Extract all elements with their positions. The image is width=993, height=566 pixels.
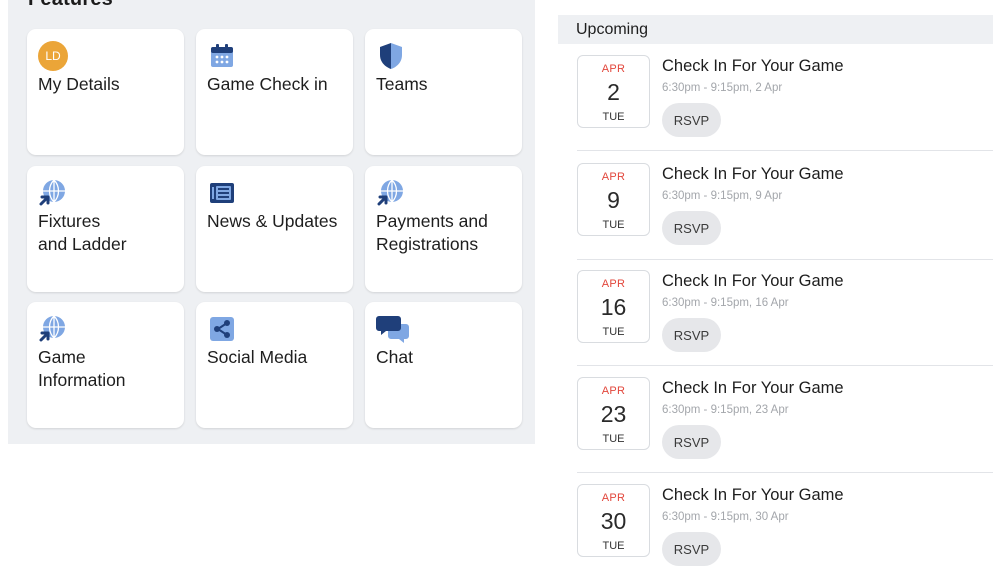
date-day: 16: [600, 294, 627, 320]
event-item[interactable]: APR 2 TUE Check In For Your Game 6:30pm …: [577, 55, 993, 162]
event-item[interactable]: APR 30 TUE Check In For Your Game 6:30pm…: [577, 484, 993, 566]
date-month: APR: [601, 171, 626, 183]
event-title: Check In For Your Game: [662, 57, 844, 75]
calendar-icon: [207, 41, 237, 71]
event-time: 6:30pm - 9:15pm, 16 Apr: [662, 297, 789, 309]
tile-chat[interactable]: Chat: [365, 302, 522, 428]
date-month: APR: [601, 492, 626, 504]
tile-label: News & Updates: [207, 211, 338, 231]
divider: [577, 259, 993, 260]
tile-label: Social Media: [207, 347, 308, 367]
globe-cursor-icon: [376, 178, 406, 208]
tile-game-information[interactable]: Game Information: [27, 302, 184, 428]
rsvp-button[interactable]: RSVP: [662, 103, 721, 137]
date-day: 23: [600, 401, 627, 427]
tile-my-details[interactable]: LD My Details: [27, 29, 184, 155]
date-badge: APR 16 TUE: [577, 270, 650, 343]
rsvp-button[interactable]: RSVP: [662, 532, 721, 566]
date-weekday: TUE: [602, 540, 625, 552]
event-title: Check In For Your Game: [662, 165, 844, 183]
tile-payments-and-registrations[interactable]: Payments and Registrations: [365, 166, 522, 292]
newspaper-icon: [207, 178, 237, 208]
date-badge: APR 2 TUE: [577, 55, 650, 128]
avatar: LD: [38, 41, 68, 71]
tile-label: My Details: [38, 74, 120, 94]
date-day: 2: [607, 79, 620, 105]
date-weekday: TUE: [602, 219, 625, 231]
event-time: 6:30pm - 9:15pm, 2 Apr: [662, 82, 783, 94]
upcoming-header: Upcoming: [558, 15, 993, 44]
tile-game-check-in[interactable]: Game Check in: [196, 29, 353, 155]
event-item[interactable]: APR 16 TUE Check In For Your Game 6:30pm…: [577, 270, 993, 377]
divider: [577, 365, 993, 366]
date-day: 9: [607, 187, 620, 213]
divider: [577, 472, 993, 473]
date-month: APR: [601, 278, 626, 290]
event-title: Check In For Your Game: [662, 379, 844, 397]
tile-label: Fixtures and Ladder: [38, 211, 127, 254]
date-weekday: TUE: [602, 111, 625, 123]
date-month: APR: [601, 63, 626, 75]
divider: [577, 150, 993, 151]
date-weekday: TUE: [602, 326, 625, 338]
tile-news-and-updates[interactable]: News & Updates: [196, 166, 353, 292]
globe-cursor-icon: [38, 314, 68, 344]
rsvp-button[interactable]: RSVP: [662, 318, 721, 352]
rsvp-button[interactable]: RSVP: [662, 211, 721, 245]
date-badge: APR 23 TUE: [577, 377, 650, 450]
tile-fixtures-and-ladder[interactable]: Fixtures and Ladder: [27, 166, 184, 292]
shield-icon: [376, 41, 406, 71]
globe-cursor-icon: [38, 178, 68, 208]
event-time: 6:30pm - 9:15pm, 30 Apr: [662, 511, 789, 523]
tile-label: Game Check in: [207, 74, 328, 94]
features-title: Features: [28, 0, 113, 11]
event-title: Check In For Your Game: [662, 272, 844, 290]
upcoming-title: Upcoming: [576, 21, 649, 38]
event-item[interactable]: APR 9 TUE Check In For Your Game 6:30pm …: [577, 163, 993, 270]
tile-label: Teams: [376, 74, 428, 94]
event-item[interactable]: APR 23 TUE Check In For Your Game 6:30pm…: [577, 377, 993, 484]
tile-label: Game Information: [38, 347, 126, 390]
chat-bubbles-icon: [376, 314, 409, 344]
date-badge: APR 9 TUE: [577, 163, 650, 236]
date-month: APR: [601, 385, 626, 397]
date-weekday: TUE: [602, 433, 625, 445]
tile-social-media[interactable]: Social Media: [196, 302, 353, 428]
share-icon: [207, 314, 237, 344]
tile-label: Chat: [376, 347, 413, 367]
event-time: 6:30pm - 9:15pm, 23 Apr: [662, 404, 789, 416]
event-title: Check In For Your Game: [662, 486, 844, 504]
tile-label: Payments and Registrations: [376, 211, 488, 254]
date-badge: APR 30 TUE: [577, 484, 650, 557]
event-time: 6:30pm - 9:15pm, 9 Apr: [662, 190, 783, 202]
date-day: 30: [600, 508, 627, 534]
rsvp-button[interactable]: RSVP: [662, 425, 721, 459]
tile-teams[interactable]: Teams: [365, 29, 522, 155]
features-panel: Features LD My Details Game Check in Tea…: [8, 0, 535, 444]
